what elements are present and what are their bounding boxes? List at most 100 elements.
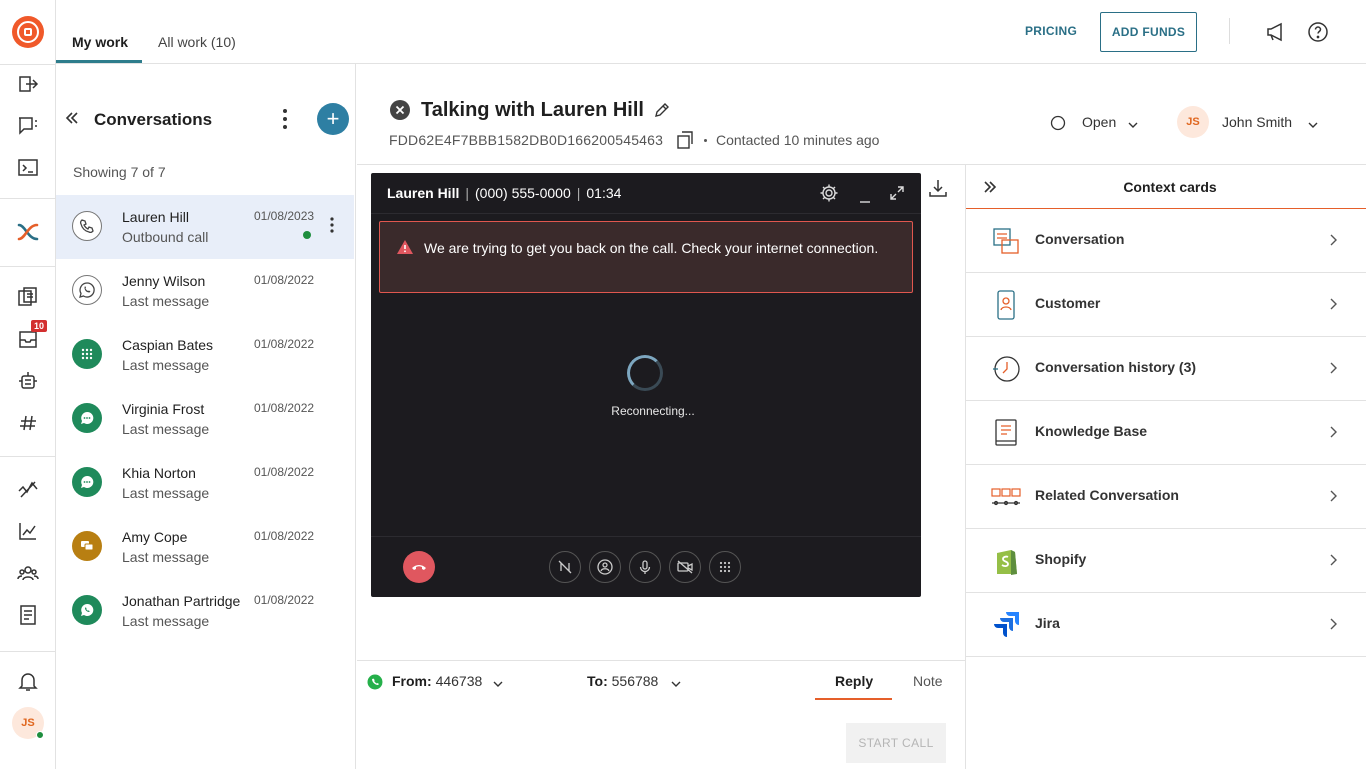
divider — [371, 213, 921, 214]
terminal-icon[interactable] — [16, 156, 40, 180]
tab-reply[interactable]: Reply — [835, 673, 873, 689]
conversation-date: 01/08/2022 — [254, 273, 315, 287]
status-dropdown[interactable]: Open — [1082, 114, 1116, 130]
contact-name: Jonathan Partridge — [122, 593, 241, 609]
conversation-item[interactable]: Caspian Bates Last message 01/08/2022 — [56, 323, 354, 387]
conversation-subtitle: Last message — [122, 549, 210, 565]
card-jira[interactable]: Jira — [966, 593, 1366, 657]
top-bar: My work All work (10) PRICING ADD FUNDS — [56, 0, 1366, 64]
card-conversation-history[interactable]: Conversation history (3) — [966, 337, 1366, 401]
transfer-button[interactable] — [589, 551, 621, 583]
bot-icon[interactable] — [16, 369, 40, 393]
to-selector[interactable]: To: 556788 — [587, 673, 658, 689]
help-icon[interactable] — [1306, 20, 1330, 47]
conversation-item[interactable]: Amy Cope Last message 01/08/2022 — [56, 515, 354, 579]
customer-card-icon — [990, 289, 1022, 321]
more-options-icon[interactable] — [282, 108, 288, 133]
card-knowledge-base[interactable]: Knowledge Base — [966, 401, 1366, 465]
edit-icon[interactable] — [653, 101, 671, 122]
conversation-item[interactable]: Virginia Frost Last message 01/08/2022 — [56, 387, 354, 451]
card-label: Conversation — [1035, 231, 1125, 247]
expand-icon[interactable] — [889, 185, 905, 204]
from-selector[interactable]: From: 446738 — [392, 673, 482, 689]
inbox-badge: 10 — [31, 320, 48, 332]
team-icon[interactable] — [16, 561, 40, 585]
dialpad-icon — [72, 339, 102, 369]
bell-icon[interactable] — [16, 669, 40, 693]
item-menu-icon[interactable] — [330, 217, 334, 236]
pricing-link[interactable]: PRICING — [1025, 24, 1077, 38]
to-value: 556788 — [611, 673, 659, 689]
keypad-button[interactable] — [709, 551, 741, 583]
hashtag-icon[interactable] — [16, 411, 40, 435]
tab-note[interactable]: Note — [913, 673, 943, 689]
chevron-right-icon — [1328, 489, 1338, 506]
card-related-conversation[interactable]: Related Conversation — [966, 465, 1366, 529]
activity-icon[interactable] — [16, 477, 40, 501]
card-label: Jira — [1035, 615, 1060, 631]
reconnecting-text: Reconnecting... — [611, 404, 695, 418]
rail-divider — [0, 651, 56, 652]
settings-icon[interactable] — [819, 183, 839, 206]
video-button[interactable] — [669, 551, 701, 583]
conversation-item[interactable]: Khia Norton Last message 01/08/2022 — [56, 451, 354, 515]
card-label: Knowledge Base — [1035, 423, 1148, 439]
from-label: From: — [392, 673, 432, 689]
conversation-date: 01/08/2022 — [254, 401, 315, 415]
collapse-panel-icon[interactable] — [64, 110, 80, 129]
from-value: 446738 — [435, 673, 483, 689]
status-open-icon[interactable] — [1050, 115, 1066, 134]
card-shopify[interactable]: Shopify — [966, 529, 1366, 593]
noise-cancel-button[interactable] — [549, 551, 581, 583]
chevron-down-icon[interactable] — [670, 676, 682, 692]
card-label: Customer — [1035, 295, 1101, 311]
outbound-icon[interactable] — [16, 72, 40, 96]
chevron-right-icon — [1328, 361, 1338, 378]
knowledge-icon[interactable] — [16, 285, 40, 309]
conversation-subtitle: Last message — [122, 357, 210, 373]
caller-name: Lauren Hill — [387, 185, 460, 201]
card-conversation[interactable]: Conversation — [966, 209, 1366, 273]
conversation-item[interactable]: Jonathan Partridge Last message 01/08/20… — [56, 579, 354, 643]
tab-all-work[interactable]: All work (10) — [158, 34, 236, 50]
assignee-dropdown[interactable]: John Smith — [1222, 114, 1292, 130]
whatsapp-icon — [72, 595, 102, 625]
card-label: Conversation history (3) — [1035, 359, 1197, 375]
chevron-down-icon[interactable] — [492, 676, 504, 692]
app-logo[interactable] — [12, 16, 44, 48]
chevron-down-icon[interactable] — [1307, 117, 1319, 133]
caller-phone: (000) 555-0000 — [475, 185, 571, 201]
conversation-subtitle: Last message — [122, 613, 210, 629]
notes-icon[interactable] — [16, 603, 40, 627]
conversation-item[interactable]: Jenny Wilson Last message 01/08/2022 — [56, 259, 354, 323]
conversation-header: Talking with Lauren Hill FDD62E4F7BBB158… — [357, 64, 1366, 165]
new-conversation-button[interactable]: + — [317, 103, 349, 135]
user-avatar[interactable]: JS — [12, 707, 44, 739]
mute-button[interactable] — [629, 551, 661, 583]
left-rail: 10 JS — [0, 0, 56, 769]
product-switcher-icon[interactable] — [16, 220, 40, 244]
conversation-subtitle: Last message — [122, 421, 210, 437]
announcement-icon[interactable] — [1265, 20, 1289, 47]
start-call-button[interactable]: START CALL — [846, 723, 946, 763]
minimize-icon[interactable] — [859, 191, 871, 207]
tab-my-work[interactable]: My work — [72, 34, 128, 50]
chevron-right-icon — [1328, 617, 1338, 634]
chevron-down-icon[interactable] — [1127, 117, 1139, 133]
add-funds-button[interactable]: ADD FUNDS — [1100, 12, 1197, 52]
card-customer[interactable]: Customer — [966, 273, 1366, 337]
jira-icon — [990, 609, 1022, 641]
chat-icon[interactable] — [16, 114, 40, 138]
noise-cancel-icon — [558, 560, 572, 574]
chevron-right-icon — [1328, 425, 1338, 442]
copy-icon[interactable] — [676, 131, 694, 152]
download-icon[interactable] — [927, 177, 949, 202]
hang-up-icon — [412, 565, 426, 570]
avatar-initials: JS — [21, 717, 35, 729]
hang-up-button[interactable] — [403, 551, 435, 583]
conversation-item[interactable]: Lauren Hill Outbound call 01/08/2023 — [56, 195, 354, 259]
analytics-icon[interactable] — [16, 519, 40, 543]
close-conversation-icon[interactable] — [390, 100, 410, 123]
plus-icon: + — [326, 106, 340, 131]
chevron-right-icon — [1328, 553, 1338, 570]
